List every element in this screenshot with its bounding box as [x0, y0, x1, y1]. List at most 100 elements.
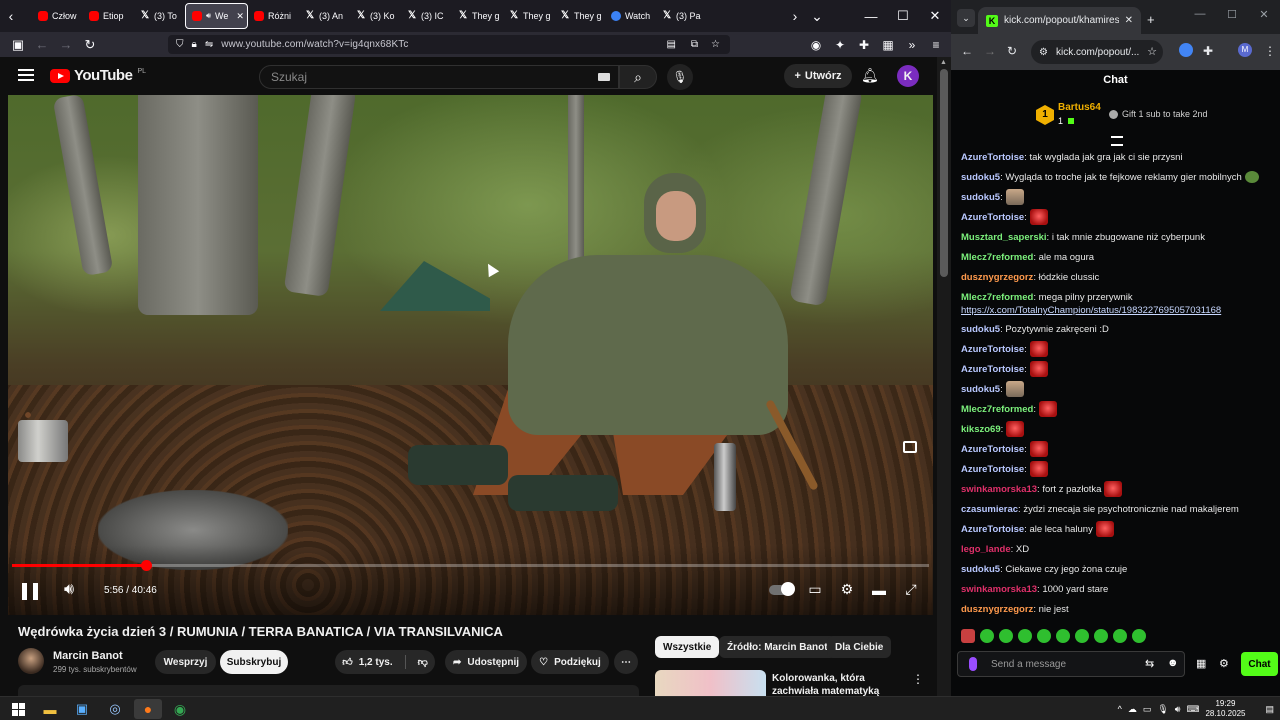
tab-list-chevron-icon[interactable]: ⌄: [806, 4, 828, 28]
minimize-icon[interactable]: —: [1184, 8, 1216, 21]
chat-emote-icon[interactable]: [1244, 171, 1259, 184]
permissions-icon[interactable]: ⇋: [205, 39, 213, 50]
chat-emote-icon[interactable]: [1005, 189, 1024, 206]
browser-tab[interactable]: 𝕏 (3) To: [134, 3, 185, 29]
pause-button[interactable]: [22, 583, 38, 600]
recommendation-title[interactable]: Kolorowanka, która zachwiała matematyką: [772, 672, 912, 696]
fullscreen-icon[interactable]: ⤢: [901, 581, 921, 598]
chat-filter-icon[interactable]: [1111, 136, 1123, 146]
close-tab-icon[interactable]: ✕: [1125, 15, 1133, 26]
chrome-icon[interactable]: ◉: [166, 699, 194, 719]
bookmark-star-icon[interactable]: ☆: [1147, 45, 1157, 58]
emote-icon[interactable]: [1056, 629, 1070, 643]
cloud-icon[interactable]: ☁: [1128, 704, 1137, 715]
clock[interactable]: 19:29 28.10.2025: [1205, 699, 1245, 719]
chat-username[interactable]: Musztard_saperski: [961, 232, 1047, 243]
address-bar[interactable]: ⛉ 🔒︎ ⇋ www.youtube.com/watch?v=ig4qnx68K…: [168, 35, 730, 54]
search-input[interactable]: Szukaj: [259, 65, 619, 89]
maximize-icon[interactable]: ☐: [1216, 8, 1248, 21]
chat-emote-icon[interactable]: [1029, 341, 1048, 358]
chat-username[interactable]: lego_lande: [961, 544, 1011, 555]
emote-icon[interactable]: [1113, 629, 1127, 643]
tray-overflow-icon[interactable]: ^: [1118, 704, 1122, 714]
extension-fox-icon[interactable]: ✦: [831, 38, 849, 52]
chat-emote-icon[interactable]: [1104, 481, 1123, 498]
chat-username[interactable]: AzureTortoise: [961, 344, 1024, 355]
chat-username[interactable]: sudoku5: [961, 564, 1000, 575]
chat-username[interactable]: Mlecz7reformed: [961, 404, 1033, 415]
subscribe-button[interactable]: Subskrybuj: [220, 650, 288, 674]
browser-tab[interactable]: Człow: [32, 3, 83, 29]
extension-icon[interactable]: ◉: [807, 38, 825, 52]
voice-search-button[interactable]: 🎙︎: [667, 64, 693, 90]
chip-for-you[interactable]: Dla Ciebie: [827, 636, 892, 658]
chat-username[interactable]: sudoku5: [961, 172, 1000, 183]
chat-username[interactable]: kikszo69: [961, 424, 1001, 435]
profile-avatar[interactable]: M: [1238, 43, 1252, 57]
browser-tab[interactable]: 𝕏 They g: [503, 3, 554, 29]
theater-mode-icon[interactable]: ▬: [869, 582, 889, 598]
share-button[interactable]: ➦ Udostępnij: [445, 650, 527, 674]
forward-icon[interactable]: →: [54, 33, 78, 57]
screenshot-icon[interactable]: ⧉: [691, 39, 698, 50]
chrome-address-bar[interactable]: ⚙ kick.com/popout/... ☆: [1031, 40, 1163, 64]
browser-tab[interactable]: Różni: [248, 3, 299, 29]
extension-icon[interactable]: [1179, 43, 1193, 57]
browser-tab[interactable]: Watch: [605, 3, 656, 29]
minimize-icon[interactable]: —: [855, 9, 887, 24]
chat-username[interactable]: dusznygrzegorz: [961, 272, 1033, 283]
shield-icon[interactable]: ⛉: [176, 39, 184, 50]
chat-message-input[interactable]: Send a message ⇆ ☻: [957, 651, 1185, 677]
chat-emote-icon[interactable]: [1029, 209, 1048, 226]
tab-search-icon[interactable]: ⌄: [957, 9, 975, 27]
chat-username[interactable]: dusznygrzegorz: [961, 604, 1033, 615]
chat-username[interactable]: sudoku5: [961, 192, 1000, 203]
scroll-up-icon[interactable]: ▲: [940, 59, 947, 66]
browser-tab[interactable]: 🔊︎ We ✕: [185, 3, 248, 29]
browser-tab[interactable]: 𝕏 (3) An: [299, 3, 350, 29]
reload-icon[interactable]: ↻: [78, 33, 102, 57]
overflow-chevron-icon[interactable]: »: [903, 38, 921, 52]
close-tab-icon[interactable]: ✕: [236, 11, 244, 22]
emote-icon[interactable]: [1132, 629, 1146, 643]
browser-tab[interactable]: 𝕏 (3) Ko: [350, 3, 401, 29]
shop-icon[interactable]: ▦: [1196, 657, 1206, 670]
chat-send-button[interactable]: Chat: [1241, 652, 1278, 676]
more-actions-button[interactable]: ⋯: [614, 650, 638, 674]
close-window-icon[interactable]: ✕: [1248, 8, 1280, 21]
close-window-icon[interactable]: ✕: [919, 8, 951, 24]
chat-emote-icon[interactable]: [1038, 401, 1057, 418]
chip-all[interactable]: Wszystkie: [655, 636, 720, 658]
description-box[interactable]: [18, 685, 639, 696]
translate-icon[interactable]: ⇆: [1145, 657, 1154, 670]
back-icon[interactable]: ←: [30, 33, 54, 57]
chat-username[interactable]: AzureTortoise: [961, 364, 1024, 375]
forward-icon[interactable]: →: [984, 44, 996, 58]
chat-username[interactable]: sudoku5: [961, 384, 1000, 395]
pinned-username[interactable]: Bartus64: [1058, 102, 1101, 113]
browser-tab[interactable]: 𝕏 (3) Pa: [656, 3, 707, 29]
reader-view-icon[interactable]: ▤: [667, 39, 676, 50]
notifications-icon[interactable]: ▤: [1265, 704, 1274, 715]
steam-icon[interactable]: ◎: [101, 699, 129, 719]
chat-username[interactable]: AzureTortoise: [961, 444, 1024, 455]
create-button[interactable]: + Utwórz: [784, 64, 852, 88]
new-tab-icon[interactable]: +: [1147, 12, 1155, 27]
chat-username[interactable]: Mlecz7reformed: [961, 292, 1033, 303]
tabs-scroll-left-icon[interactable]: ‹: [0, 4, 22, 28]
keyboard-layout-icon[interactable]: ⌨: [1186, 704, 1199, 715]
chat-username[interactable]: AzureTortoise: [961, 212, 1024, 223]
network-icon[interactable]: ▭: [1143, 704, 1152, 715]
like-button[interactable]: 👍︎ 1,2 tys.: [342, 656, 392, 669]
miniplayer-icon[interactable]: [903, 441, 917, 453]
reload-icon[interactable]: ↻: [1007, 44, 1017, 58]
scrubber-handle[interactable]: [140, 560, 152, 571]
chat-emote-icon[interactable]: [1006, 421, 1025, 438]
chat-emote-icon[interactable]: [1029, 441, 1048, 458]
volume-icon[interactable]: 🔊︎: [64, 581, 74, 599]
chat-username[interactable]: AzureTortoise: [961, 464, 1024, 475]
site-info-icon[interactable]: ⚙: [1039, 47, 1048, 58]
app-menu-icon[interactable]: ≡: [927, 38, 945, 52]
extensions-puzzle-icon[interactable]: ✚: [855, 38, 873, 52]
monitor-app-icon[interactable]: ▣: [68, 699, 96, 719]
